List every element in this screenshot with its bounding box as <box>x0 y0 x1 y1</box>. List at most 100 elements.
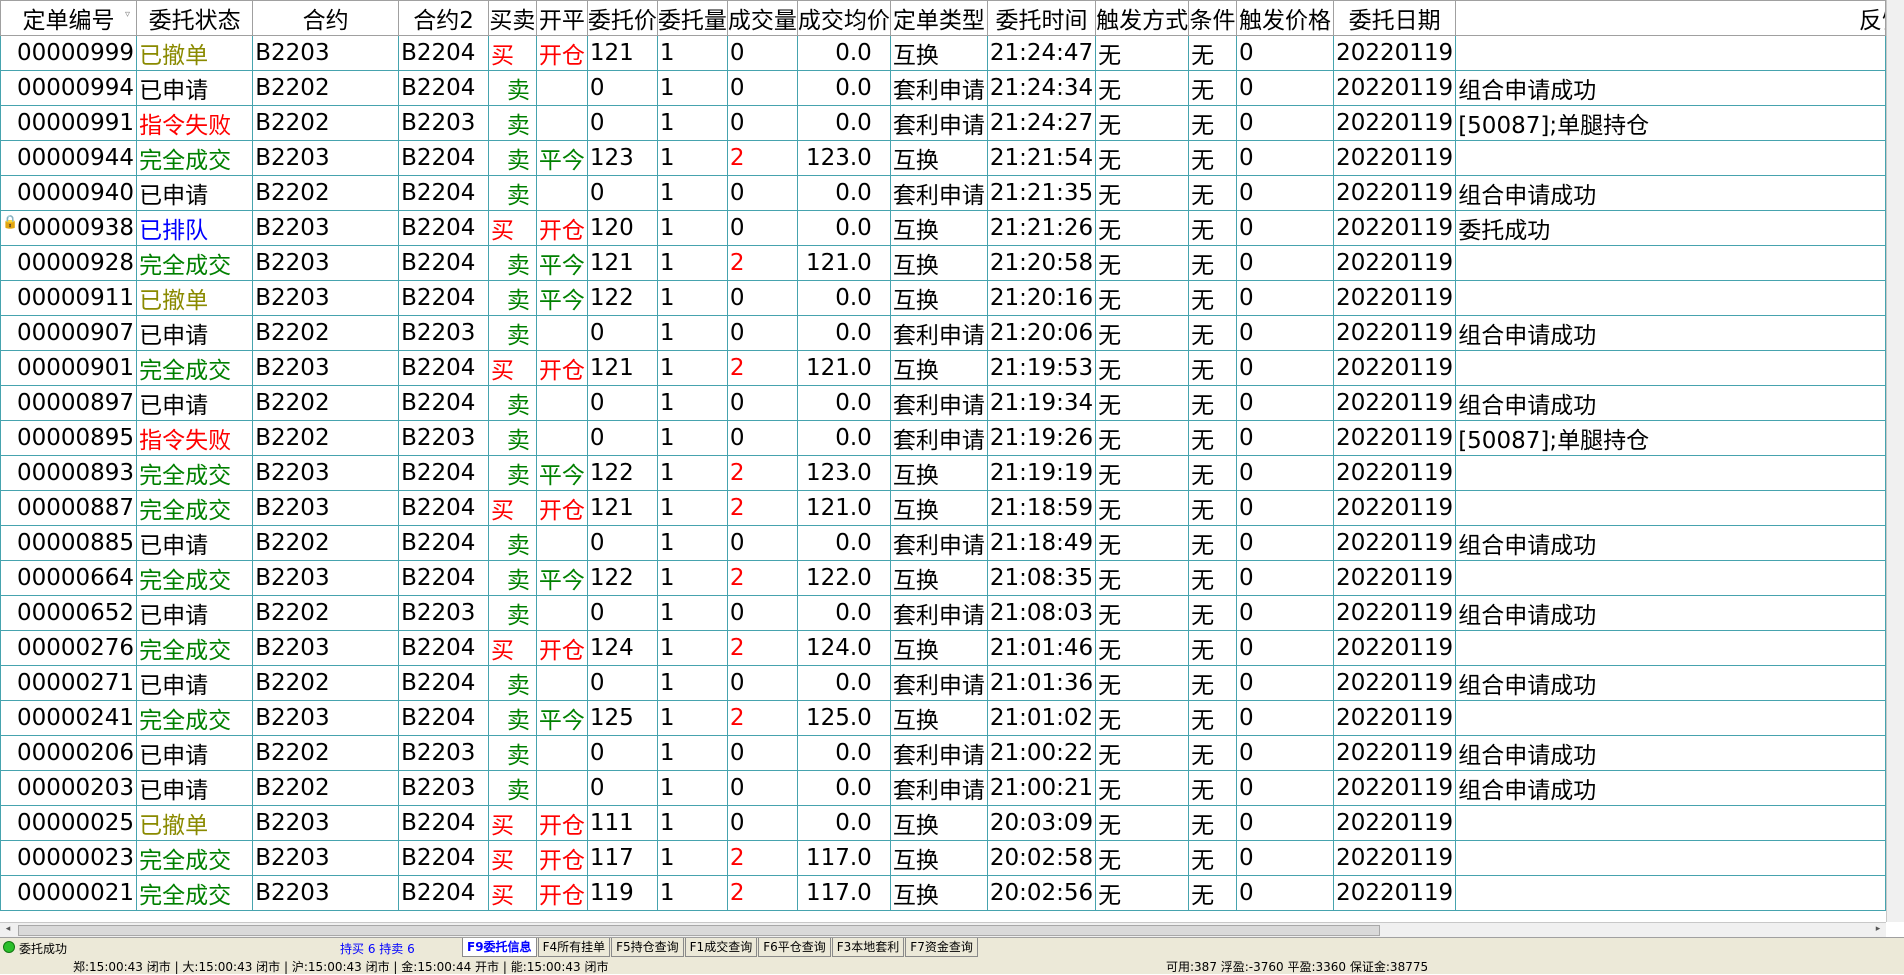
table-row[interactable]: 00000907 已申请 B2202 B2203 卖 0 1 0 0.0 套利申请 21:20:06… <box>0 315 1886 351</box>
order-status-text: 已申请 <box>139 533 209 559</box>
trigger-mode-text: 无 <box>1098 358 1122 384</box>
filled-qty-cell: 2 <box>726 490 798 526</box>
order-id-cell: 00000664 <box>0 560 138 596</box>
tab-6[interactable]: F3本地套利 <box>831 938 905 957</box>
table-row[interactable]: 00000203 已申请 B2202 B2203 卖 0 1 0 0.0 套利申请 21:00:21… <box>0 770 1886 806</box>
contract-2-cell: B2204 <box>398 35 489 71</box>
column-header[interactable]: 定单类型 <box>889 0 988 36</box>
column-header[interactable]: 成交量 <box>726 0 798 36</box>
table-row[interactable]: 00000944 完全成交 B2203 B2204 卖平今 123 1 2 123.0 互换 21:… <box>0 140 1886 176</box>
column-header[interactable]: 条件 <box>1188 0 1237 36</box>
table-row[interactable]: 00000940 已申请 B2202 B2204 卖 0 1 0 0.0 套利申请 21:21:35… <box>0 175 1886 211</box>
order-status-cell: 完全成交 <box>136 875 254 911</box>
horizontal-scroll-thumb[interactable] <box>18 925 1380 936</box>
trigger-mode-cell: 无 <box>1095 315 1190 351</box>
feedback-text: 组合申请成功 <box>1458 183 1597 209</box>
column-header[interactable]: 开平 <box>535 0 588 36</box>
column-header[interactable]: 委托日期 <box>1333 0 1457 36</box>
order-time-text: 21:00:21 <box>989 775 1094 801</box>
order-time-text: 21:21:54 <box>989 145 1094 171</box>
condition-cell: 无 <box>1188 350 1237 386</box>
filled-qty-text: 2 <box>729 635 745 661</box>
table-row[interactable]: 00000895 指令失败 B2202 B2203 卖 0 1 0 0.0 套利申请 21:19:2… <box>0 420 1886 456</box>
tab-3[interactable]: F5持仓查询 <box>611 938 684 957</box>
scroll-left-icon[interactable]: ◂ <box>0 923 16 936</box>
column-header[interactable]: 触发方式 <box>1095 0 1190 36</box>
tab-4[interactable]: F1成交查询 <box>684 938 758 957</box>
table-row[interactable]: 00000652 已申请 B2202 B2203 卖 0 1 0 0.0 套利申请 21:08:03… <box>0 595 1886 631</box>
order-time-cell: 21:19:53 <box>986 350 1097 386</box>
orders-grid[interactable]: 定单编号 ▿ 委托状态 合约 合约2 买卖 开平 委托价 委托量 成交量 成交均价 定单类型 委托时间触… <box>0 0 1886 922</box>
open-close-cell: 平今 <box>535 700 588 736</box>
scroll-right-icon[interactable]: ▸ <box>1870 923 1886 936</box>
contract-2-text: B2203 <box>401 110 476 136</box>
tab-1[interactable]: F9委托信息 <box>462 938 537 957</box>
column-header[interactable]: 定单编号 ▿ <box>0 0 138 36</box>
order-type-text: 互换 <box>892 463 939 489</box>
table-row[interactable]: 00000901 完全成交 B2203 B2204 买开仓 121 1 2 121.0 互换 21:… <box>0 350 1886 386</box>
table-row[interactable]: 00000897 已申请 B2202 B2204 卖 0 1 0 0.0 套利申请 21:19:34… <box>0 385 1886 421</box>
order-date-text: 20220119 <box>1336 145 1454 171</box>
order-qty-cell: 1 <box>656 490 728 526</box>
order-time-text: 20:03:09 <box>989 810 1094 836</box>
table-row[interactable]: 00000023 完全成交 B2203 B2204 买开仓 117 1 2 117.0 互换 20:… <box>0 840 1886 876</box>
horizontal-scrollbar[interactable]: ◂ ▸ <box>0 922 1886 937</box>
order-type-text: 套利申请 <box>892 603 985 629</box>
condition-text: 无 <box>1191 463 1215 489</box>
table-row[interactable]: 00000025 已撤单 B2203 B2204 买开仓 111 1 0 0.0 互换 20:03:… <box>0 805 1886 841</box>
order-status-cell: 已撤单 <box>136 35 254 71</box>
table-row[interactable]: 🔒 00000938 已排队 B2203 B2204 买开仓 120 1 0 0.0 互换 21:21… <box>0 210 1886 246</box>
column-header[interactable]: 成交均价 <box>796 0 891 36</box>
sort-arrow-icon[interactable]: ▿ <box>125 9 130 20</box>
table-row[interactable]: 00000885 已申请 B2202 B2204 卖 0 1 0 0.0 套利申请 21:18:49… <box>0 525 1886 561</box>
side-cell: 卖 <box>487 385 537 421</box>
table-row[interactable]: 00000991 指令失败 B2202 B2203 卖 0 1 0 0.0 套利申请 21:24:2… <box>0 105 1886 141</box>
table-row[interactable]: 00000664 完全成交 B2203 B2204 卖平今 122 1 2 122.0 互换 21:… <box>0 560 1886 596</box>
table-row[interactable]: 00000276 完全成交 B2203 B2204 买开仓 124 1 2 124.0 互换 21:… <box>0 630 1886 666</box>
table-row[interactable]: 00000999 已撤单 B2203 B2204 买开仓 121 1 0 0.0 互换 21:24:… <box>0 35 1886 71</box>
table-row[interactable]: 00000271 已申请 B2202 B2204 卖 0 1 0 0.0 套利申请 21:01:36… <box>0 665 1886 701</box>
column-header[interactable]: 委托时间 <box>986 0 1097 36</box>
column-header[interactable]: 委托价 <box>586 0 658 36</box>
trigger-price-text: 0 <box>1238 705 1254 731</box>
column-header[interactable]: 触发价格 <box>1235 0 1335 36</box>
trigger-price-text: 0 <box>1238 390 1254 416</box>
order-price-cell: 0 <box>586 595 658 631</box>
column-header[interactable]: 委托量 <box>656 0 728 36</box>
table-row[interactable]: 00000021 完全成交 B2203 B2204 买开仓 119 1 2 117.0 互换 20:… <box>0 875 1886 911</box>
trigger-price-cell: 0 <box>1235 630 1335 666</box>
table-row[interactable]: 00000994 已申请 B2202 B2204 卖 0 1 0 0.0 套利申请 21:24:34… <box>0 70 1886 106</box>
tab-2[interactable]: F4所有挂单 <box>537 938 611 957</box>
trigger-price-text: 0 <box>1238 635 1254 661</box>
side-text: 卖 <box>506 778 530 804</box>
filled-qty-text: 0 <box>729 390 745 416</box>
order-time-text: 21:00:22 <box>989 740 1094 766</box>
feedback-cell: 组合申请成功 <box>1455 735 1886 771</box>
column-header[interactable]: 买卖 <box>487 0 537 36</box>
table-row[interactable]: 00000887 完全成交 B2203 B2204 买开仓 121 1 2 121.0 互换 21:… <box>0 490 1886 526</box>
order-date-text: 20220119 <box>1336 635 1454 661</box>
table-row[interactable]: 00000893 完全成交 B2203 B2204 卖平今 122 1 2 123.0 互换 21:… <box>0 455 1886 491</box>
column-header[interactable]: 反馈 <box>1455 0 1886 36</box>
tab-5[interactable]: F6平仓查询 <box>758 938 831 957</box>
vertical-scrollbar[interactable] <box>1886 0 1904 922</box>
order-time-text: 21:24:34 <box>989 75 1094 101</box>
order-time-cell: 21:20:58 <box>986 245 1097 281</box>
side-cell: 卖 <box>487 455 537 491</box>
order-type-cell: 互换 <box>889 560 988 596</box>
column-header[interactable]: 合约2 <box>398 0 489 36</box>
column-header-label: 委托状态 <box>148 8 241 34</box>
order-time-cell: 21:01:02 <box>986 700 1097 736</box>
column-header[interactable]: 委托状态 <box>136 0 254 36</box>
table-row[interactable]: 00000206 已申请 B2202 B2203 卖 0 1 0 0.0 套利申请 21:00:22… <box>0 735 1886 771</box>
table-row[interactable]: 00000911 已撤单 B2203 B2204 卖平今 122 1 0 0.0 互换 21:20:… <box>0 280 1886 316</box>
tab-7[interactable]: F7资金查询 <box>905 938 978 957</box>
table-row[interactable]: 00000241 完全成交 B2203 B2204 卖平今 125 1 2 125.0 互换 21:… <box>0 700 1886 736</box>
table-row[interactable]: 00000928 完全成交 B2203 B2204 卖平今 121 1 2 121.0 互换 21:… <box>0 245 1886 281</box>
column-header[interactable]: 合约 <box>252 0 400 36</box>
contract-2-text: B2204 <box>401 40 476 66</box>
order-time-text: 21:01:46 <box>989 635 1094 661</box>
feedback-cell: 组合申请成功 <box>1455 665 1886 701</box>
filled-qty-text: 0 <box>729 670 745 696</box>
avg-price-cell: 0.0 <box>796 805 891 841</box>
